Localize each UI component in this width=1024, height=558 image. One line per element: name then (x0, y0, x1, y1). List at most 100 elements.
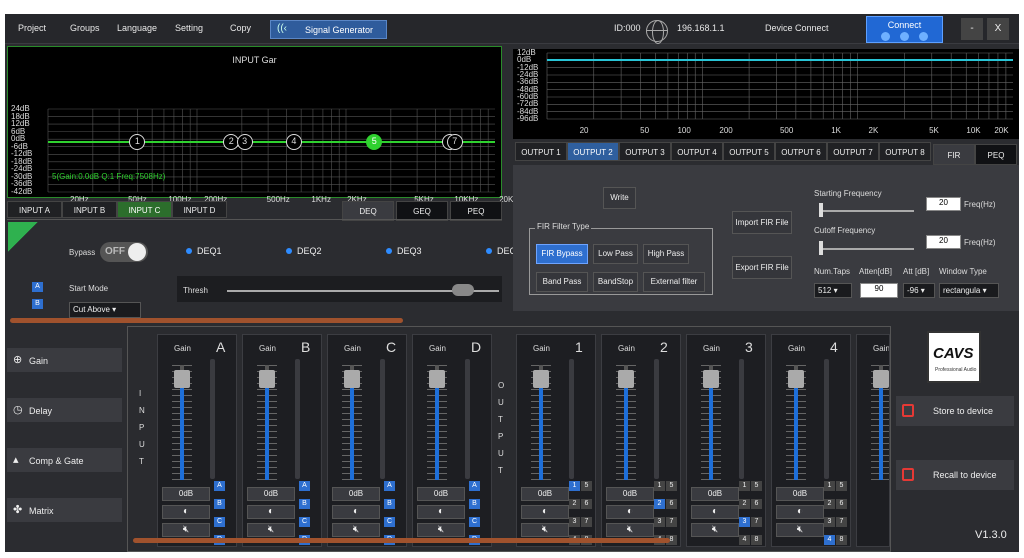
phase-invert-button[interactable]: ◐ (417, 505, 465, 519)
filter-type-bandstop-button[interactable]: BandStop (593, 272, 638, 292)
connect-button[interactable]: Connect (866, 16, 943, 43)
route-input-badge[interactable]: B (384, 499, 395, 509)
deq-band-item[interactable]: DEQ2 (286, 246, 322, 256)
route-input-badge[interactable]: A (214, 481, 225, 491)
mixer-scrollbar[interactable] (133, 538, 670, 543)
fader-knob[interactable] (174, 370, 190, 388)
menu-copy[interactable]: Copy (230, 23, 251, 33)
route-output-badge[interactable]: 1 (654, 481, 665, 491)
filter-type-fir-bypass-button[interactable]: FIR Bypass (536, 244, 588, 264)
route-output-badge[interactable]: 6 (581, 499, 592, 509)
gain-value-display[interactable]: 0dB (247, 487, 295, 501)
eq-point-marker[interactable]: 4 (285, 134, 302, 150)
nav-comp-gate[interactable]: ▴ Comp & Gate (7, 448, 122, 472)
num-taps-select[interactable]: 512 ▾ (814, 283, 852, 298)
route-output-badge[interactable]: 5 (751, 481, 762, 491)
cutoff-input[interactable]: 20 (926, 235, 961, 249)
route-output-badge[interactable]: 1 (824, 481, 835, 491)
route-output-badge[interactable]: 6 (666, 499, 677, 509)
output-tab-7[interactable]: OUTPUT 7 (827, 142, 879, 161)
route-output-badge[interactable]: 1 (739, 481, 750, 491)
gain-value-display[interactable]: 0dB (417, 487, 465, 501)
phase-invert-button[interactable]: ◐ (247, 505, 295, 519)
start-freq-slider[interactable] (819, 210, 914, 212)
nav-matrix[interactable]: ✤ Matrix (7, 498, 122, 522)
route-output-badge[interactable]: 7 (836, 517, 847, 527)
fir-tab-peq[interactable]: PEQ (975, 144, 1017, 165)
route-output-badge[interactable]: 5 (581, 481, 592, 491)
output-tab-8[interactable]: OUTPUT 8 (879, 142, 931, 161)
eq-tab-peq[interactable]: PEQ (450, 201, 502, 221)
menu-groups[interactable]: Groups (70, 23, 100, 33)
close-button[interactable]: X (987, 18, 1009, 40)
input-tab-d[interactable]: INPUT D (172, 201, 227, 218)
mute-button[interactable]: 🔇︎ (521, 523, 569, 537)
route-input-badge[interactable]: B (299, 499, 310, 509)
route-input-badge[interactable]: B (469, 499, 480, 509)
output-tab-5[interactable]: OUTPUT 5 (723, 142, 775, 161)
gain-value-display[interactable]: 0dB (332, 487, 380, 501)
route-input-badge[interactable]: C (299, 517, 310, 527)
route-output-badge[interactable]: 6 (836, 499, 847, 509)
import-fir-button[interactable]: Import FIR File (732, 211, 792, 234)
gain-value-display[interactable]: 0dB (162, 487, 210, 501)
route-output-badge[interactable]: 2 (739, 499, 750, 509)
route-input-badge[interactable]: A (299, 481, 310, 491)
gain-value-display[interactable]: 0dB (691, 487, 739, 501)
menu-project[interactable]: Project (18, 23, 46, 33)
menu-setting[interactable]: Setting (175, 23, 203, 33)
filter-type-band-pass-button[interactable]: Band Pass (536, 272, 588, 292)
phase-invert-button[interactable]: ◐ (606, 505, 654, 519)
export-fir-button[interactable]: Export FIR File (732, 256, 792, 279)
phase-invert-button[interactable]: ◐ (332, 505, 380, 519)
route-output-badge[interactable]: 2 (824, 499, 835, 509)
phase-invert-button[interactable]: ◐ (521, 505, 569, 519)
fader-knob[interactable] (259, 370, 275, 388)
fader-knob[interactable] (344, 370, 360, 388)
output-tab-1[interactable]: OUTPUT 1 (515, 142, 567, 161)
route-output-badge[interactable]: 8 (836, 535, 847, 545)
route-input-badge[interactable]: A (469, 481, 480, 491)
fader-knob[interactable] (703, 370, 719, 388)
route-output-badge[interactable]: 3 (654, 517, 665, 527)
mute-button[interactable]: 🔇︎ (776, 523, 824, 537)
gain-value-display[interactable]: 0dB (606, 487, 654, 501)
route-output-badge[interactable]: 5 (666, 481, 677, 491)
route-output-badge[interactable]: 3 (569, 517, 580, 527)
route-input-badge[interactable]: B (214, 499, 225, 509)
fader-knob[interactable] (788, 370, 804, 388)
gain-value-display[interactable]: 0dB (521, 487, 569, 501)
mute-button[interactable]: 🔇︎ (606, 523, 654, 537)
recall-to-device-button[interactable]: Recall to device (896, 460, 1014, 490)
att-select[interactable]: -96 ▾ (903, 283, 935, 298)
filter-type-high-pass-button[interactable]: High Pass (643, 244, 689, 264)
output-tab-6[interactable]: OUTPUT 6 (775, 142, 827, 161)
route-output-badge[interactable]: 7 (751, 517, 762, 527)
phase-invert-button[interactable]: ◐ (776, 505, 824, 519)
input-tab-b[interactable]: INPUT B (62, 201, 117, 218)
filter-type-external-filter-button[interactable]: External filter (643, 272, 705, 292)
output-eq-graph[interactable]: 12dB 0dB -12dB -24dB -36dB -48dB -60dB -72dB -84… (513, 49, 1019, 139)
signal-generator-button[interactable]: ((‹ Signal Generator (270, 20, 387, 39)
eq-tab-geq[interactable]: GEQ (396, 201, 448, 221)
mute-button[interactable]: 🔇︎ (417, 523, 465, 537)
route-output-badge[interactable]: 7 (666, 517, 677, 527)
start-freq-input[interactable]: 20 (926, 197, 961, 211)
filter-type-low-pass-button[interactable]: Low Pass (593, 244, 638, 264)
route-output-badge[interactable]: 7 (581, 517, 592, 527)
fader-knob[interactable] (618, 370, 634, 388)
route-output-badge[interactable]: 5 (836, 481, 847, 491)
route-output-badge[interactable]: 4 (824, 535, 835, 545)
output-tab-2[interactable]: OUTPUT 2 (567, 142, 619, 161)
route-input-badge[interactable]: C (384, 517, 395, 527)
bypass-toggle[interactable]: OFF (100, 242, 148, 262)
window-type-select[interactable]: rectangula ▾ (939, 283, 999, 298)
deq-band-item[interactable]: DEC (486, 246, 516, 256)
thresh-handle[interactable] (452, 284, 474, 296)
deq-band-item[interactable]: DEQ1 (186, 246, 222, 256)
atten-input[interactable]: 90 (860, 283, 898, 298)
route-input-badge[interactable]: A (384, 481, 395, 491)
route-output-badge[interactable]: 4 (739, 535, 750, 545)
store-to-device-button[interactable]: Store to device (896, 396, 1014, 426)
mute-button[interactable]: 🔇︎ (691, 523, 739, 537)
